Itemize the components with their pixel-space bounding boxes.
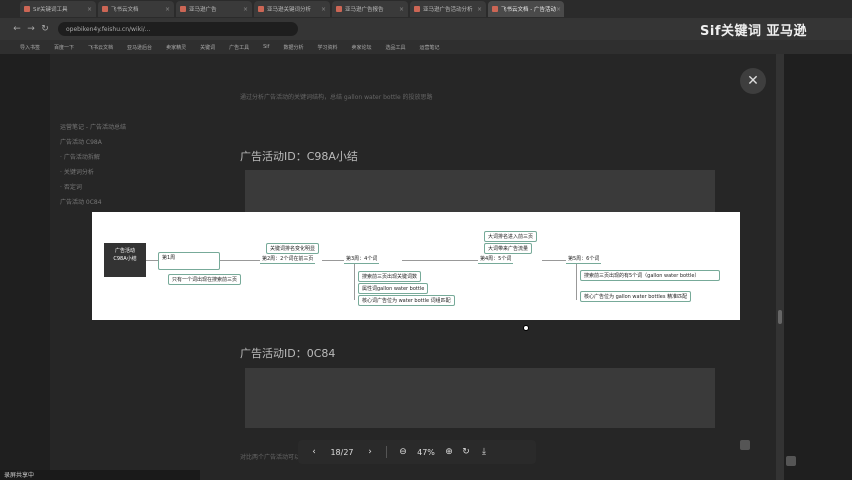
help-icon[interactable] (786, 456, 796, 466)
viewer-image: 广告活动 C98A小结 第1周 只有一个词出现在搜索前三页 第2周：2个词在前三… (92, 212, 740, 320)
tab-favicon-icon (258, 6, 264, 12)
close-tab-icon[interactable]: × (321, 6, 326, 13)
mindmap-connector (542, 260, 566, 261)
mindmap-node: 第3周：4个词 (344, 256, 380, 264)
mindmap-connector (220, 260, 260, 261)
zoom-in-icon[interactable]: ⊕ (441, 447, 457, 457)
bookmark-item[interactable]: 数据分析 (283, 44, 303, 51)
doc-image-thumbnail[interactable] (245, 170, 715, 215)
close-viewer-button[interactable]: ✕ (740, 68, 766, 94)
browser-tab[interactable]: 亚马逊广告报告 × (332, 1, 408, 17)
mindmap-node: 第1周 (158, 252, 220, 270)
mindmap-node: 第2周：2个词在前三页 (260, 256, 316, 264)
bookmark-item[interactable]: 卖家精灵 (166, 44, 186, 51)
mindmap-node: 只有一个词出现在搜索前三页 (168, 274, 242, 285)
tab-favicon-icon (492, 6, 498, 12)
mindmap-root-node: 广告活动 C98A小结 (104, 243, 146, 277)
close-tab-icon[interactable]: × (556, 6, 561, 13)
refresh-button[interactable]: ↻ (38, 24, 52, 34)
mindmap-node: 大词带来广告流量 (484, 243, 533, 254)
close-tab-icon[interactable]: × (477, 6, 482, 13)
bookmark-item[interactable]: 飞书云文档 (88, 44, 113, 51)
more-icon[interactable] (740, 440, 750, 450)
browser-tab[interactable]: 飞书云文档 × (98, 1, 174, 17)
bookmark-item[interactable]: Sif (263, 44, 269, 50)
toolbar-divider (386, 446, 387, 458)
mindmap-node: 搜索前三页出现的有5个词（gallon water bottle） (580, 270, 720, 281)
screen-share-status: 录屏共享中 (0, 470, 200, 480)
tab-bar: Sif关键词工具 × 飞书云文档 × 亚马逊广告 × 亚马逊关键词分析 × 亚马逊广告报… (0, 0, 852, 18)
browser-tab-active[interactable]: 飞书云文档 - 广告活动 × (488, 1, 564, 17)
mindmap-node: 关键词排名变化明显 (266, 243, 320, 254)
mindmap-connector (354, 264, 355, 300)
bookmark-item[interactable]: 运营笔记 (420, 44, 440, 51)
bookmark-item[interactable]: 关键词 (200, 44, 215, 51)
next-page-button[interactable]: › (362, 447, 378, 457)
bookmark-item[interactable]: 亚马逊后台 (127, 44, 152, 51)
browser-tab[interactable]: 亚马逊关键词分析 × (254, 1, 330, 17)
close-tab-icon[interactable]: × (399, 6, 404, 13)
page-indicator: 18/27 (330, 447, 354, 457)
close-tab-icon[interactable]: × (165, 6, 170, 13)
outline-item[interactable]: · 关键词分析 (60, 165, 190, 180)
mindmap-connector (322, 260, 344, 261)
outline-item[interactable]: · 广告活动拆解 (60, 150, 190, 165)
tab-favicon-icon (24, 6, 30, 12)
mindmap-connector (146, 260, 158, 261)
mindmap-node: 第5周：6个词 (566, 256, 602, 264)
zoom-level: 47% (417, 447, 435, 457)
doc-paragraph: 通过分析广告活动的关键词结构，总结 gallon water bottle 的投… (240, 94, 433, 101)
mindmap-node: 大词排名进入前三页 (484, 231, 538, 242)
scrollbar-thumb[interactable] (778, 310, 782, 324)
screen: Sif关键词工具 × 飞书云文档 × 亚马逊广告 × 亚马逊关键词分析 × 亚马逊广告报… (0, 0, 852, 480)
mindmap-node: 核心词广告位为 water bottle 词组匹配 (358, 295, 455, 306)
download-icon[interactable]: ⤓ (475, 447, 493, 457)
outline-item[interactable]: 广告活动 0C84 (60, 195, 190, 210)
doc-outline: 运营笔记 - 广告活动总结 广告活动 C98A · 广告活动拆解 · 关键词分析… (60, 120, 190, 210)
tab-favicon-icon (102, 6, 108, 12)
tab-favicon-icon (180, 6, 186, 12)
zoom-out-icon[interactable]: ⊖ (395, 447, 411, 457)
browser-tab[interactable]: Sif关键词工具 × (20, 1, 96, 17)
outline-item[interactable]: 运营笔记 - 广告活动总结 (60, 120, 190, 135)
bookmarks-bar: 导入书签 百度一下 飞书云文档 亚马逊后台 卖家精灵 关键词 广告工具 Sif … (0, 40, 852, 54)
outline-item[interactable]: · 否定词 (60, 180, 190, 195)
close-tab-icon[interactable]: × (87, 6, 92, 13)
browser-tab[interactable]: 亚马逊广告活动分析 × (410, 1, 486, 17)
bookmark-item[interactable]: 选品工具 (385, 44, 405, 51)
bookmark-item[interactable]: 卖家论坛 (351, 44, 371, 51)
forward-button[interactable]: → (24, 24, 38, 34)
browser-tab[interactable]: 亚马逊广告 × (176, 1, 252, 17)
bookmark-item[interactable]: 导入书签 (20, 44, 40, 51)
mindmap-node: 属性词gallon water bottle (358, 283, 429, 294)
url-input[interactable]: opebiken4y.feishu.cn/wiki/... (58, 22, 298, 36)
mindmap-node: 核心广告位为 gallon water bottles 精准匹配 (580, 291, 692, 302)
tab-favicon-icon (414, 6, 420, 12)
bookmark-item[interactable]: 学习资料 (317, 44, 337, 51)
watermark-text: Sif关键词 亚马逊 (700, 24, 808, 39)
doc-heading: 广告活动ID：C98A小结 (240, 150, 358, 163)
mindmap-connector (576, 264, 577, 300)
back-button[interactable]: ← (10, 24, 24, 34)
scrollbar-track[interactable] (776, 54, 784, 480)
bookmark-item[interactable]: 广告工具 (229, 44, 249, 51)
mouse-cursor (523, 325, 529, 331)
outline-item[interactable]: 广告活动 C98A (60, 135, 190, 150)
mindmap-node: 第4周：5个词 (478, 256, 514, 264)
doc-heading: 广告活动ID：0C84 (240, 347, 336, 360)
mindmap-node: 搜索前三页出现关键词数 (358, 271, 422, 282)
close-tab-icon[interactable]: × (243, 6, 248, 13)
rotate-icon[interactable]: ↻ (457, 447, 475, 457)
doc-image-thumbnail[interactable] (245, 368, 715, 428)
bookmark-item[interactable]: 百度一下 (54, 44, 74, 51)
tab-favicon-icon (336, 6, 342, 12)
viewer-toolbar: ‹ 18/27 › ⊖ 47% ⊕ ↻ ⤓ (298, 440, 536, 464)
prev-page-button[interactable]: ‹ (306, 447, 322, 457)
mindmap-connector (402, 260, 478, 261)
